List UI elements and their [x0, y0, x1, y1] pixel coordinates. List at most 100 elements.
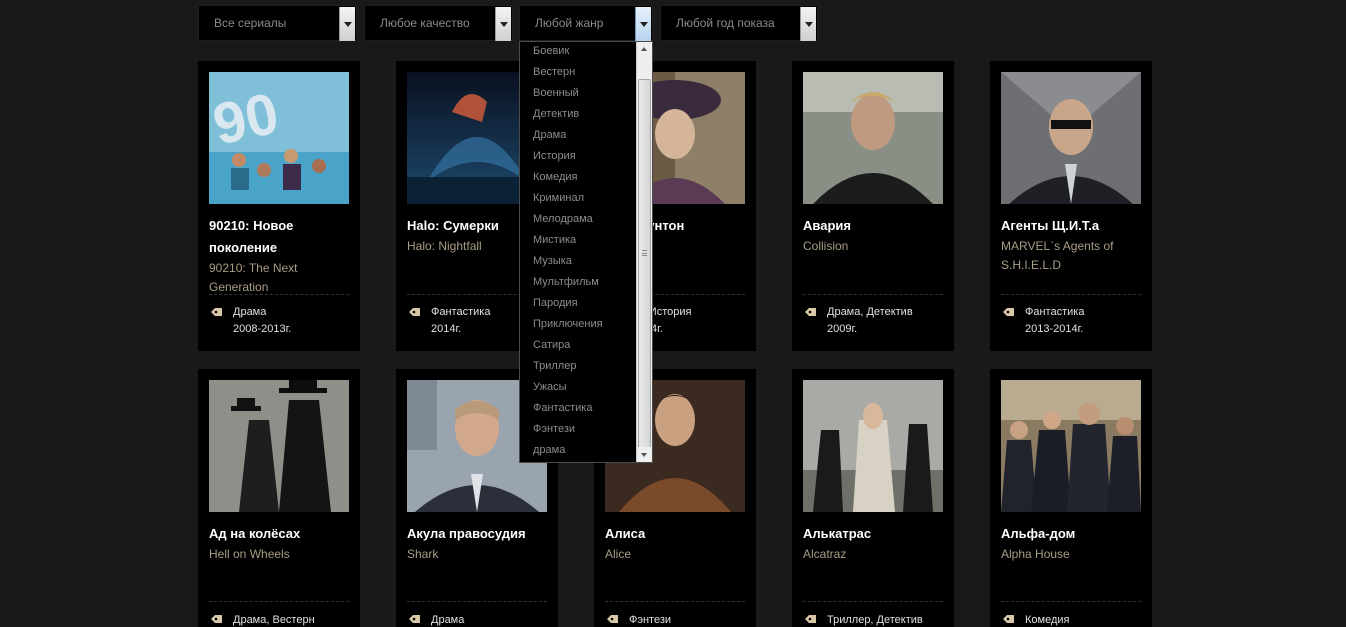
genre-option[interactable]: Мультфильм [520, 273, 636, 294]
genre-option[interactable]: Мелодрама [520, 210, 636, 231]
series-filter-select[interactable]: Все сериалы [198, 5, 357, 41]
show-title-text[interactable]: Алькатрас [803, 526, 871, 541]
show-poster[interactable] [803, 72, 943, 204]
genre-option[interactable]: Криминал [520, 189, 636, 210]
show-title-text[interactable]: Альфа-дом [1001, 526, 1075, 541]
scroll-down-arrow-icon[interactable] [637, 447, 652, 462]
genre-option[interactable]: драма [520, 441, 636, 462]
show-original-title: Shark [407, 547, 439, 561]
genre-option[interactable]: Мистика [520, 231, 636, 252]
show-original-title: Alpha House [1001, 547, 1070, 561]
show-card[interactable]: Агенты Щ.И.Т.а MARVEL`s Agents of S.H.I.… [990, 61, 1152, 351]
chevron-down-icon[interactable] [339, 7, 355, 41]
year-filter-select[interactable]: Любой год показа [660, 5, 818, 41]
price-tag-icon [607, 615, 618, 623]
show-title[interactable]: Акула правосудия Shark [407, 523, 547, 564]
genre-option[interactable]: Триллер [520, 357, 636, 378]
genre-filter-select[interactable]: Любой жанр [519, 5, 653, 41]
show-title-text[interactable]: Агенты Щ.И.Т.а [1001, 218, 1099, 233]
show-original-title: 90210: The Next Generation [209, 261, 298, 294]
divider [209, 601, 349, 602]
price-tag-icon [805, 308, 816, 316]
genre-filter-value: Любой жанр [535, 16, 604, 30]
show-genre: Драма, Детектив [827, 306, 913, 318]
show-title-text[interactable]: Ад на колёсах [209, 526, 300, 541]
show-genre: Драма, Вестерн [233, 614, 315, 626]
show-title-text[interactable]: Halo: Сумерки [407, 218, 499, 233]
show-genre: Драма [431, 614, 465, 626]
show-title[interactable]: Ад на колёсах Hell on Wheels [209, 523, 349, 564]
show-title[interactable]: Агенты Щ.И.Т.а MARVEL`s Agents of S.H.I.… [1001, 215, 1141, 275]
price-tag-icon [1003, 308, 1014, 316]
price-tag-icon [211, 308, 222, 316]
scrollbar-thumb[interactable] [638, 79, 651, 462]
genre-option[interactable]: Сатира [520, 336, 636, 357]
show-poster[interactable] [209, 380, 349, 512]
price-tag-icon [1003, 615, 1014, 623]
show-original-title: Alice [605, 547, 632, 561]
genre-option[interactable]: Приключения [520, 315, 636, 336]
show-genre: Комедия [1025, 614, 1070, 626]
show-title-text[interactable]: Авария [803, 218, 851, 233]
genre-option[interactable]: Фантастика [520, 399, 636, 420]
show-poster[interactable] [1001, 380, 1141, 512]
show-card[interactable]: 90 90210: Новое поколение 90210: The Nex… [198, 61, 360, 351]
genre-option[interactable]: Детектив [520, 105, 636, 126]
show-genre: Фэнтези [629, 614, 672, 626]
genre-option[interactable]: Пародия [520, 294, 636, 315]
price-tag-icon [211, 615, 222, 623]
genre-option[interactable]: Боевик [520, 42, 636, 63]
svg-text:90: 90 [209, 81, 284, 158]
show-original-title: Hell on Wheels [209, 547, 290, 561]
show-poster[interactable]: 90 [209, 72, 349, 204]
show-years: 2014г. [431, 323, 462, 335]
show-card[interactable]: Алькатрас Alcatraz Триллер, Детектив [792, 369, 954, 627]
grip-icon [642, 250, 647, 256]
show-card[interactable]: Альфа-дом Alpha House Комедия [990, 369, 1152, 627]
chevron-down-icon[interactable] [495, 7, 511, 41]
show-title[interactable]: Альфа-дом Alpha House [1001, 523, 1141, 564]
year-filter-value: Любой год показа [676, 16, 775, 30]
quality-filter-select[interactable]: Любое качество [364, 5, 513, 41]
genre-option[interactable]: Фэнтези [520, 420, 636, 441]
genre-dropdown-list[interactable]: Боевик Вестерн Военный Детектив Драма Ис… [519, 41, 653, 463]
show-original-title: Alcatraz [803, 547, 847, 561]
show-title-text[interactable]: Алиса [605, 526, 645, 541]
show-poster[interactable] [803, 380, 943, 512]
show-title[interactable]: Авария Collision [803, 215, 943, 256]
genre-option[interactable]: Ужасы [520, 378, 636, 399]
show-title[interactable]: 90210: Новое поколение 90210: The Next G… [209, 215, 349, 297]
divider [1001, 294, 1141, 295]
show-genre: Драма [233, 306, 267, 318]
genre-option[interactable]: Вестерн [520, 63, 636, 84]
show-genre: Фантастика [431, 306, 491, 318]
price-tag-icon [805, 615, 816, 623]
show-title[interactable]: Алиса Alice [605, 523, 745, 564]
show-card[interactable]: Авария Collision Драма, Детектив 2009г. [792, 61, 954, 351]
divider [1001, 601, 1141, 602]
divider [605, 601, 745, 602]
show-original-title: Collision [803, 239, 849, 253]
quality-filter-value: Любое качество [380, 16, 470, 30]
show-title-text[interactable]: Акула правосудия [407, 526, 526, 541]
chevron-down-icon[interactable] [800, 7, 816, 41]
show-title-text[interactable]: 90210: Новое поколение [209, 218, 293, 255]
scroll-up-arrow-icon[interactable] [637, 42, 652, 57]
show-poster[interactable] [1001, 72, 1141, 204]
chevron-down-icon[interactable] [635, 7, 651, 41]
genre-option[interactable]: Военный [520, 84, 636, 105]
genre-option[interactable]: История [520, 147, 636, 168]
divider [407, 601, 547, 602]
price-tag-icon [409, 308, 420, 316]
genre-option[interactable]: Комедия [520, 168, 636, 189]
show-original-title: MARVEL`s Agents of S.H.I.E.L.D [1001, 239, 1114, 272]
series-filter-value: Все сериалы [214, 16, 287, 30]
genre-option[interactable]: Музыка [520, 252, 636, 273]
price-tag-icon [409, 615, 420, 623]
genre-option[interactable]: Драма [520, 126, 636, 147]
show-years: 2013-2014г. [1025, 323, 1084, 335]
show-card[interactable]: Ад на колёсах Hell on Wheels Драма, Вест… [198, 369, 360, 627]
show-title[interactable]: Алькатрас Alcatraz [803, 523, 943, 564]
dropdown-scrollbar[interactable] [636, 42, 652, 462]
show-genre: Фантастика [1025, 306, 1085, 318]
